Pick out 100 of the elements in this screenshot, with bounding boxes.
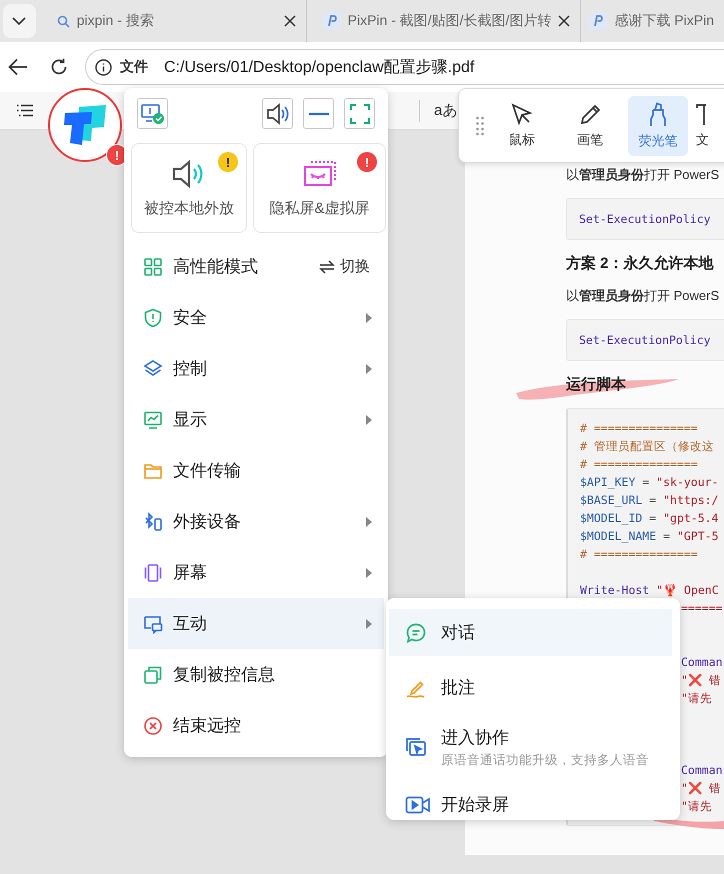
menu-item-label: 外接设备 xyxy=(173,511,242,533)
submenu-item-label: 对话 xyxy=(441,622,475,644)
code-line: $MODEL_NAME = "GPT-5 xyxy=(580,528,718,545)
tab-list-button[interactable] xyxy=(3,4,36,38)
speaker-icon xyxy=(266,102,290,124)
tab-title: pixpin - 搜索 xyxy=(76,12,155,30)
monitor-button[interactable] xyxy=(137,98,168,129)
code-line: Comman xyxy=(681,762,723,779)
minimize-button[interactable] xyxy=(303,98,334,129)
monitor-check-icon xyxy=(140,102,164,124)
menu-item[interactable]: 控制 xyxy=(128,343,384,394)
code-line: # =============== xyxy=(580,420,698,437)
menu-item[interactable]: 高性能模式 切换 xyxy=(128,241,384,292)
switch-link[interactable]: 切换 xyxy=(319,257,370,276)
screens-icon xyxy=(143,562,163,582)
pencil-icon xyxy=(578,102,602,126)
shield-icon xyxy=(143,308,163,328)
menu-item-label: 高性能模式 xyxy=(173,256,259,278)
feature-card[interactable]: 隐私屏&虚拟屏 ! xyxy=(253,143,386,233)
privacy-screen-icon xyxy=(302,158,336,188)
submenu-item-label: 批注 xyxy=(441,677,475,699)
code-line: "❌ 错 xyxy=(681,672,721,689)
code-line: $BASE_URL = "https:/ xyxy=(580,492,718,509)
reload-icon[interactable] xyxy=(50,58,68,76)
cursor-window-icon xyxy=(405,736,427,758)
menu-item-label: 控制 xyxy=(173,358,208,380)
menu-item[interactable]: 外接设备 xyxy=(128,496,384,547)
feature-card[interactable]: 被控本地外放 ! xyxy=(131,143,247,233)
code-line: Set-ExecutionPolicy xyxy=(579,211,711,228)
chevron-down-icon xyxy=(12,16,26,26)
paragraph: 以管理员身份打开 PowerS xyxy=(566,287,720,305)
code-line: $API_KEY = "sk-your- xyxy=(580,474,718,491)
submenu-item[interactable]: 开始录屏 xyxy=(389,781,672,828)
section-heading: 运行脚本 xyxy=(566,375,627,394)
annotation-tool[interactable]: 荧光笔 xyxy=(628,96,688,156)
tab-title: PixPin - 截图/贴图/长截图/图片转 xyxy=(348,12,552,30)
code-line: Set-ExecutionPolicy xyxy=(579,332,711,349)
bluetooth-device-icon xyxy=(143,512,163,532)
speaker-button[interactable] xyxy=(262,98,293,129)
menu-item[interactable]: 屏幕 xyxy=(128,547,384,598)
chat-screen-icon xyxy=(143,614,163,634)
menu-item-label: 屏幕 xyxy=(173,562,208,584)
menu-item[interactable]: 文件传输 xyxy=(128,445,384,496)
code-line: # =============== xyxy=(580,456,698,473)
swap-icon xyxy=(319,260,335,274)
info-icon xyxy=(95,58,112,76)
site-logo-icon xyxy=(589,12,608,30)
submenu-item[interactable]: 进入协作 原语音通话功能升级，支持多人语音 xyxy=(389,717,672,777)
code-line: # 管理员配置区（修改这 xyxy=(580,438,714,455)
search-icon xyxy=(56,14,70,28)
annotation-tool[interactable]: 文 xyxy=(696,96,710,156)
submenu-item-label: 开始录屏 xyxy=(441,794,509,816)
paragraph: 以管理员身份打开 PowerS xyxy=(566,166,720,184)
menu-item[interactable]: 复制被控信息 xyxy=(128,649,384,700)
code-line: ====== xyxy=(681,600,723,617)
drag-handle-icon[interactable] xyxy=(476,116,484,136)
menu-item-label: 互动 xyxy=(173,613,208,635)
code-line: Write-Host "🦞 OpenC xyxy=(580,582,719,599)
video-camera-icon xyxy=(405,794,431,814)
item-description: 原语音通话功能升级，支持多人语音 xyxy=(441,752,649,768)
menu-item-label: 安全 xyxy=(173,307,208,329)
menu-item[interactable]: 互动 xyxy=(128,598,384,649)
browser-tab[interactable]: 感谢下载 PixPin xyxy=(581,0,724,42)
section-heading: 方案 2：永久允许本地 xyxy=(566,254,715,273)
code-line: "❌ 错 xyxy=(681,780,721,797)
close-icon[interactable] xyxy=(558,15,570,27)
text-tool-button[interactable]: aあ xyxy=(434,101,458,120)
menu-item-label: 结束远控 xyxy=(173,715,242,737)
tab-title: 感谢下载 PixPin xyxy=(614,12,714,30)
code-line: Comman xyxy=(681,654,723,671)
annotation-tool[interactable]: 画笔 xyxy=(560,96,620,156)
menu-item[interactable]: 显示 xyxy=(128,394,384,445)
site-logo-icon xyxy=(322,12,341,30)
fullscreen-icon xyxy=(350,104,370,124)
layers-icon xyxy=(143,358,163,378)
fullscreen-button[interactable] xyxy=(344,98,375,129)
alert-badge: ! xyxy=(357,152,377,172)
address-field[interactable]: 文件 C:/Users/01/Desktop/openclaw配置步骤.pdf xyxy=(85,49,724,85)
code-line: $MODEL_ID = "gpt-5.4 xyxy=(580,510,718,527)
app-logo-icon xyxy=(62,103,108,147)
chat-bubble-icon xyxy=(405,622,427,644)
menu-item-label: 文件传输 xyxy=(173,460,242,482)
close-circle-icon xyxy=(143,716,163,736)
submenu-item[interactable]: 对话 xyxy=(389,609,672,656)
menu-item[interactable]: 结束远控 xyxy=(128,700,384,751)
close-icon[interactable] xyxy=(284,15,296,27)
annotation-tool[interactable]: 鼠标 xyxy=(492,96,552,156)
copy-icon xyxy=(143,664,163,684)
submenu-item-label: 进入协作 xyxy=(441,726,510,748)
menu-item-label: 复制被控信息 xyxy=(173,664,276,686)
scheme-label: 文件 xyxy=(120,58,148,76)
url-text: C:/Users/01/Desktop/openclaw配置步骤.pdf xyxy=(164,58,474,78)
code-line: # =============== xyxy=(580,546,698,563)
outline-list-icon[interactable] xyxy=(16,104,34,117)
minimize-icon xyxy=(308,112,328,116)
grid-icon xyxy=(143,256,163,276)
back-arrow-icon[interactable] xyxy=(8,58,28,76)
menu-item[interactable]: 安全 xyxy=(128,292,384,343)
submenu-item[interactable]: 批注 xyxy=(389,664,672,711)
code-line: "请先 xyxy=(681,690,712,707)
